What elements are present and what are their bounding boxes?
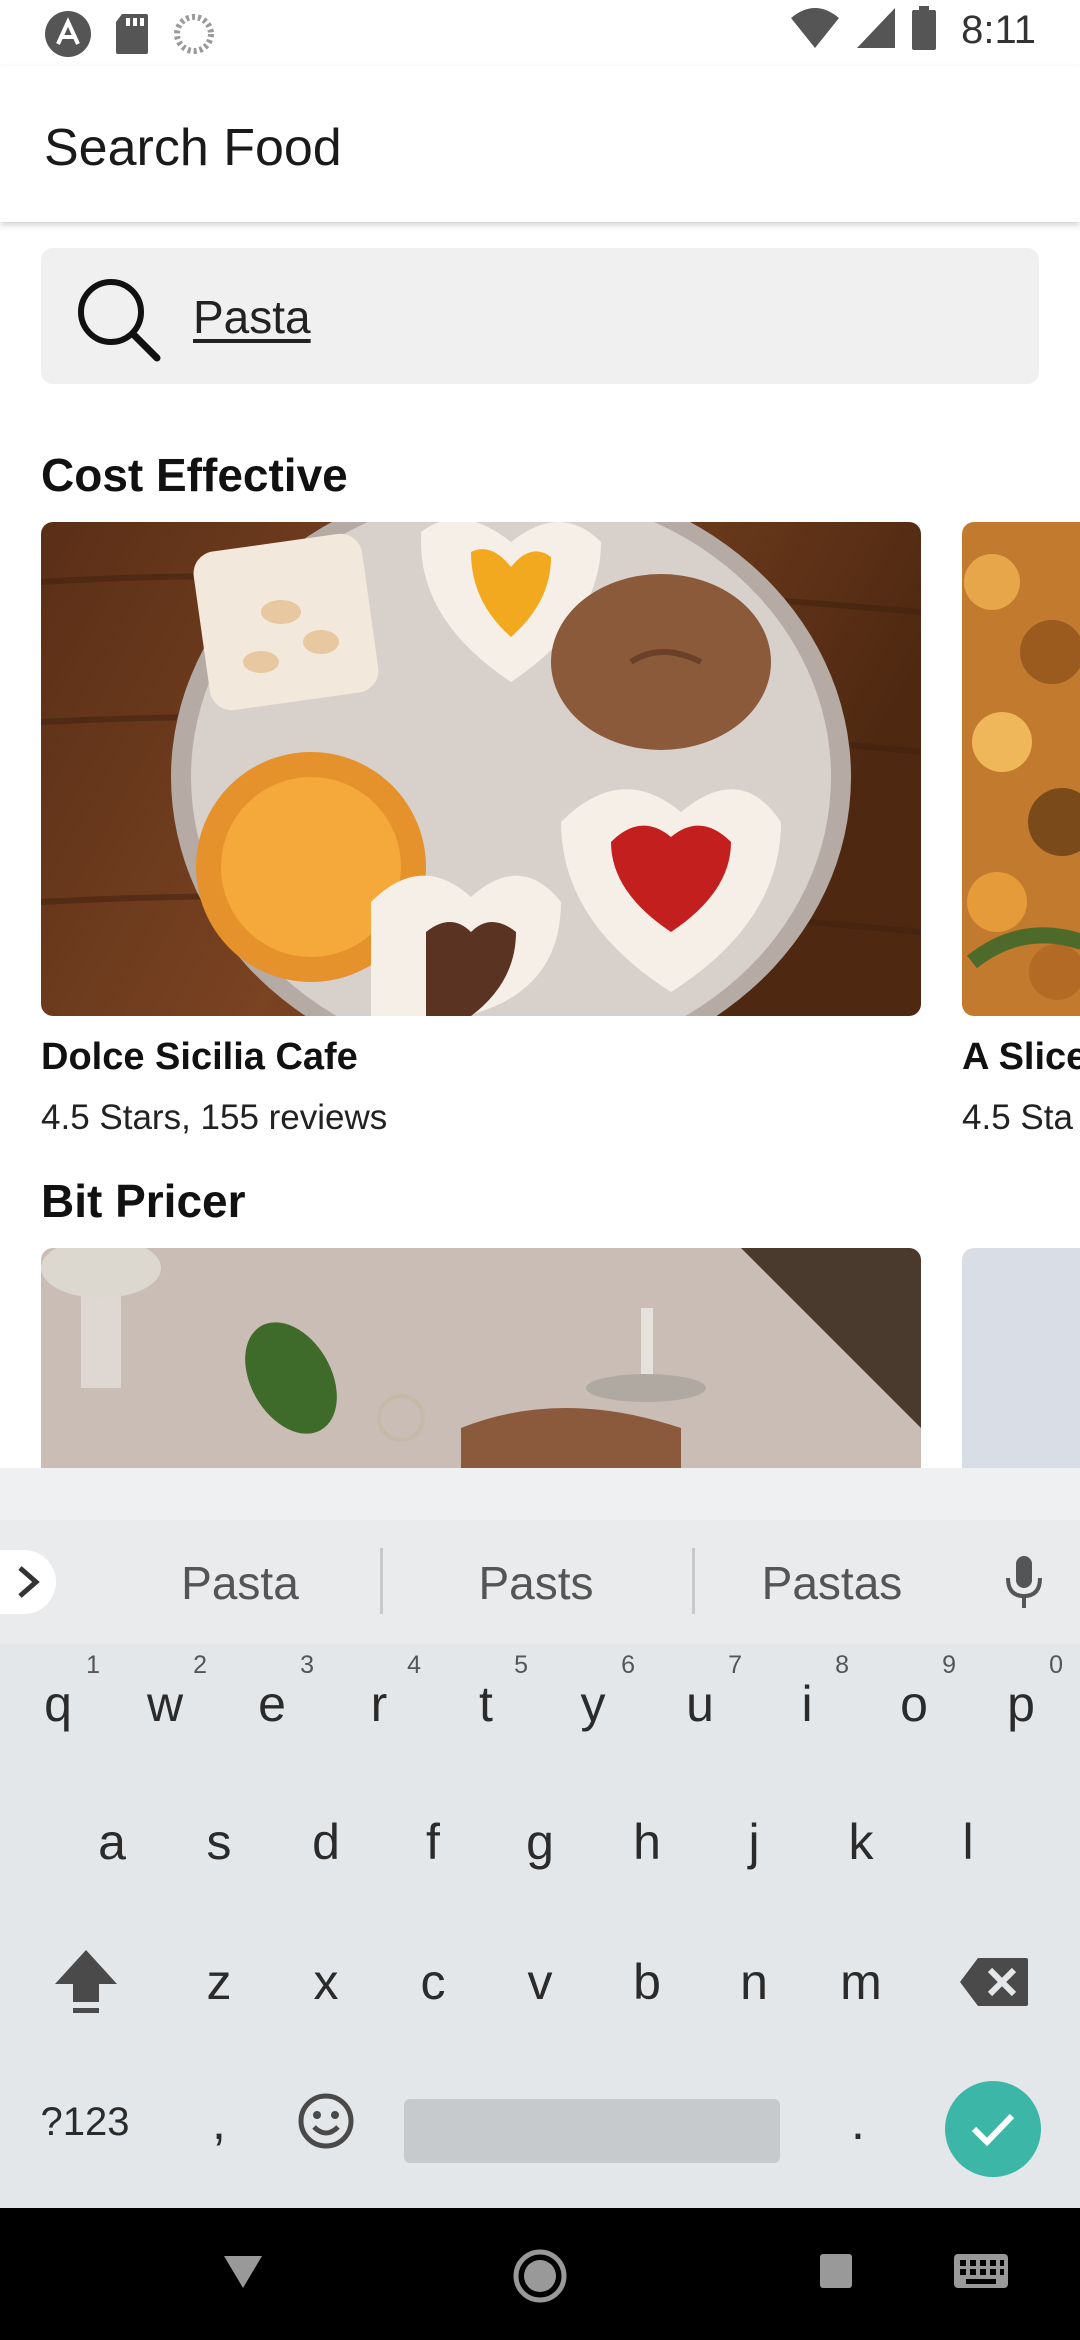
search-results[interactable]: Pasta Cost Effective Dolce Sicilia Cafe …	[0, 222, 1080, 1468]
suggestion-3[interactable]: Pastas	[682, 1556, 982, 1610]
key-j[interactable]: j	[704, 1782, 804, 1902]
suggestion-1[interactable]: Pasta	[90, 1556, 390, 1610]
restaurant-rating: 4.5 Sta	[962, 1098, 1073, 1137]
key-x[interactable]: x	[276, 1922, 376, 2042]
key-k[interactable]: k	[811, 1782, 911, 1902]
period-key[interactable]: .	[808, 2062, 908, 2182]
restaurant-card-image[interactable]	[41, 1248, 921, 1468]
key-s[interactable]: s	[169, 1782, 269, 1902]
backspace-icon	[960, 1958, 1028, 2006]
comma-key[interactable]: ,	[169, 2062, 269, 2182]
emoji-key[interactable]	[276, 2062, 376, 2182]
chevron-right-icon	[18, 1566, 40, 1598]
restaurant-name[interactable]: Dolce Sicilia Cafe	[41, 1036, 358, 1079]
suggestion-strip: Pasta Pasts Pastas	[0, 1520, 1080, 1644]
key-z[interactable]: z	[169, 1922, 269, 2042]
expand-suggestions-button[interactable]	[0, 1550, 56, 1614]
key-a[interactable]: a	[62, 1782, 162, 1902]
keyboard: q1 w2 e3 r4 t5 y6 u7 i8 o9 p0 a s d f g …	[0, 1644, 1080, 2208]
keyboard-top-gap	[0, 1468, 1080, 1520]
key-g[interactable]: g	[490, 1782, 590, 1902]
recents-icon[interactable]	[818, 2252, 854, 2295]
search-input[interactable]: Pasta	[193, 290, 311, 344]
key-t[interactable]: t5	[436, 1644, 536, 1764]
shift-key[interactable]	[36, 1922, 136, 2042]
restaurant-rating: 4.5 Stars, 155 reviews	[41, 1098, 388, 1137]
key-i[interactable]: i8	[757, 1644, 857, 1764]
key-b[interactable]: b	[597, 1922, 697, 2042]
sd-card-icon	[114, 12, 150, 61]
key-m[interactable]: m	[811, 1922, 911, 2042]
section-title-cost-effective: Cost Effective	[41, 449, 348, 501]
loading-icon	[172, 12, 216, 61]
key-n[interactable]: n	[704, 1922, 804, 2042]
search-icon	[73, 274, 163, 364]
keyboard-icon[interactable]	[952, 2252, 1010, 2295]
back-icon[interactable]	[222, 2252, 264, 2297]
microphone-icon[interactable]	[1004, 1554, 1044, 1615]
search-bar[interactable]: Pasta	[41, 248, 1039, 384]
key-l[interactable]: l	[918, 1782, 1018, 1902]
check-icon	[971, 2113, 1015, 2147]
battery-icon	[911, 6, 937, 55]
key-e[interactable]: e3	[222, 1644, 322, 1764]
key-d[interactable]: d	[276, 1782, 376, 1902]
space-bar[interactable]	[404, 2099, 780, 2163]
key-f[interactable]: f	[383, 1782, 483, 1902]
restaurant-card-image[interactable]	[41, 522, 921, 1016]
key-r[interactable]: r4	[329, 1644, 429, 1764]
backspace-key[interactable]	[944, 1922, 1044, 2042]
key-w[interactable]: w2	[115, 1644, 215, 1764]
divider	[380, 1548, 383, 1614]
navigation-bar	[0, 2208, 1080, 2340]
section-title-bit-pricer: Bit Pricer	[41, 1175, 246, 1227]
key-p[interactable]: p0	[971, 1644, 1071, 1764]
clock: 8:11	[961, 8, 1036, 52]
signal-icon	[855, 6, 897, 55]
restaurant-card-image[interactable]	[962, 1248, 1080, 1468]
key-y[interactable]: y6	[543, 1644, 643, 1764]
page-title: Search Food	[44, 119, 342, 177]
emoji-icon	[298, 2093, 354, 2149]
key-q[interactable]: q1	[8, 1644, 108, 1764]
restaurant-card-image[interactable]	[962, 522, 1080, 1016]
key-u[interactable]: u7	[650, 1644, 750, 1764]
symbols-key[interactable]: ?123	[30, 2062, 140, 2182]
done-button[interactable]	[945, 2081, 1041, 2177]
restaurant-name[interactable]: A Slice	[962, 1036, 1080, 1079]
app-bar: Search Food	[0, 66, 1080, 222]
key-h[interactable]: h	[597, 1782, 697, 1902]
suggestion-2[interactable]: Pasts	[386, 1556, 686, 1610]
status-bar: 8:11	[0, 0, 1080, 66]
home-icon[interactable]	[512, 2248, 568, 2309]
key-o[interactable]: o9	[864, 1644, 964, 1764]
launcher-icon	[44, 10, 92, 63]
shift-icon	[55, 1950, 117, 2013]
wifi-icon	[789, 6, 841, 55]
key-v[interactable]: v	[490, 1922, 590, 2042]
key-c[interactable]: c	[383, 1922, 483, 2042]
